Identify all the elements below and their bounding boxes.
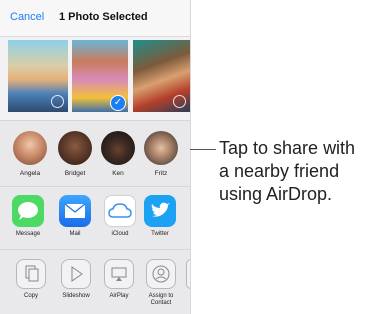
envelope-icon	[59, 195, 91, 227]
twitter-bird-icon	[144, 195, 176, 227]
share-sheet-header: Cancel 1 Photo Selected	[0, 0, 190, 37]
app-label: Twitter	[151, 231, 169, 237]
airplay-icon	[104, 259, 134, 289]
photo-strip[interactable]: ✓	[0, 37, 190, 119]
action-assign-to-contact[interactable]: Assign to Contact	[140, 259, 182, 307]
callout-line-3: using AirDrop.	[219, 184, 333, 204]
play-icon	[61, 259, 91, 289]
airdrop-person-angela[interactable]: Angela	[12, 131, 48, 177]
app-row: Message Mail iCloud Twitter	[0, 186, 190, 249]
app-mail[interactable]: Mail	[55, 195, 95, 237]
person-label: Bridget	[64, 170, 86, 177]
person-label: Fritz	[154, 170, 168, 177]
airdrop-row: Angela Bridget Ken Fritz	[0, 120, 190, 186]
avatar	[58, 131, 92, 165]
cancel-button[interactable]: Cancel	[10, 11, 44, 23]
photo-thumbnail[interactable]	[133, 40, 190, 112]
callout-line	[190, 149, 216, 150]
action-airplay[interactable]: AirPlay	[98, 259, 140, 300]
live-photo-icon	[173, 95, 186, 108]
callout-line-2: a nearby friend	[219, 161, 340, 181]
action-label: Slideshow	[62, 293, 90, 299]
message-bubble-icon	[12, 195, 44, 227]
avatar	[101, 131, 135, 165]
app-twitter[interactable]: Twitter	[140, 195, 180, 237]
app-label: Mail	[69, 231, 81, 237]
airdrop-person-ken[interactable]: Ken	[100, 131, 136, 177]
action-slideshow[interactable]: Slideshow	[55, 259, 97, 300]
cloud-icon	[104, 195, 136, 227]
share-sheet: Cancel 1 Photo Selected ✓ Angela Bridget…	[0, 0, 191, 314]
action-label: Copy	[23, 293, 38, 299]
action-row: Copy Slideshow AirPlay Assign to Contact	[0, 249, 190, 314]
photo-thumbnail[interactable]	[8, 40, 68, 112]
avatar	[144, 131, 178, 165]
checkmark-icon: ✓	[110, 95, 126, 111]
app-label: iCloud	[111, 231, 129, 237]
selection-title: 1 Photo Selected	[59, 11, 148, 23]
app-icloud[interactable]: iCloud	[100, 195, 140, 237]
app-message[interactable]: Message	[8, 195, 48, 237]
person-label: Ken	[112, 170, 124, 177]
action-copy[interactable]: Copy	[10, 259, 52, 300]
live-photo-icon	[51, 95, 64, 108]
airdrop-callout: Tap to share with a nearby friend using …	[219, 137, 355, 206]
action-label: AirPlay	[109, 293, 129, 299]
action-label: Assign to Contact	[148, 293, 174, 306]
avatar	[13, 131, 47, 165]
callout-line-1: Tap to share with	[219, 138, 356, 158]
more-action-partial[interactable]	[186, 259, 190, 289]
contact-icon	[146, 259, 176, 289]
airdrop-person-fritz[interactable]: Fritz	[143, 131, 179, 177]
person-label: Angela	[19, 170, 41, 177]
airdrop-person-bridget[interactable]: Bridget	[57, 131, 93, 177]
copy-icon	[16, 259, 46, 289]
app-label: Message	[15, 231, 41, 237]
